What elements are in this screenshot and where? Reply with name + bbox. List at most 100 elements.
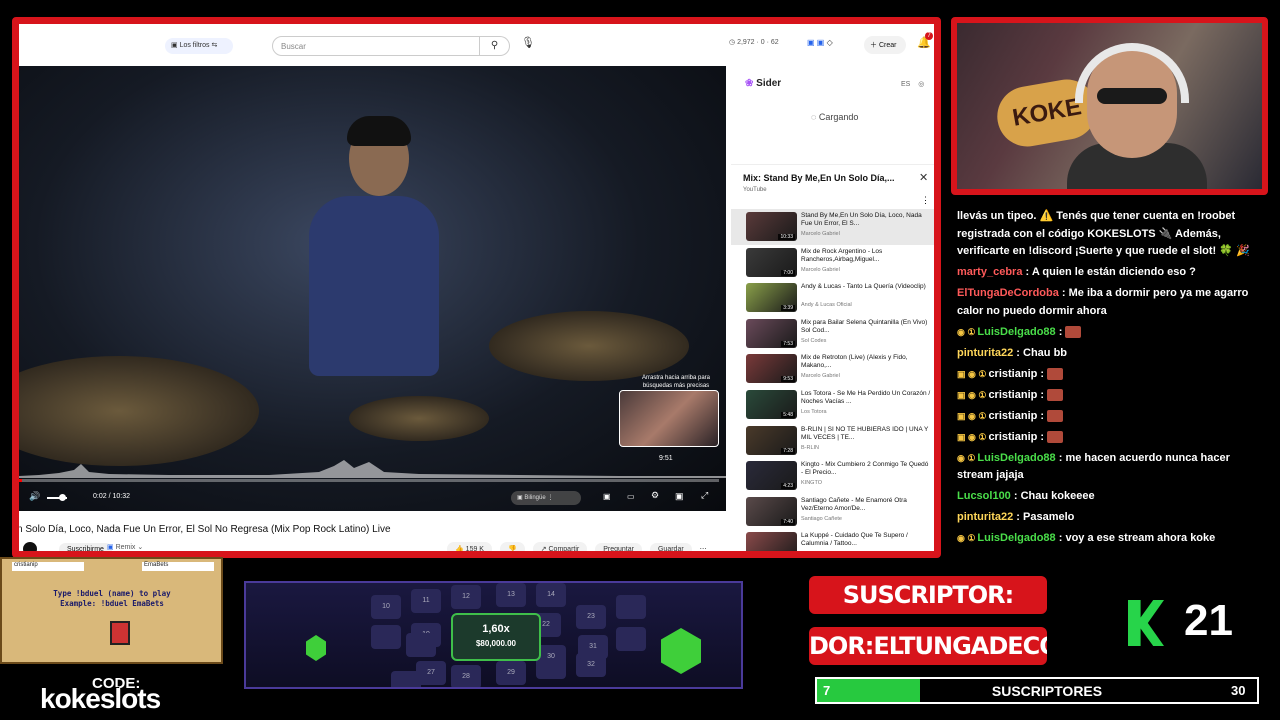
playlist-duration: 3:39 [781, 305, 795, 312]
board-tile: 11 [411, 589, 441, 613]
chat-username[interactable]: ElTungaDeCordoba [957, 287, 1059, 299]
board-tile: 12 [451, 585, 481, 609]
extension-icons[interactable]: ▣ ▣ ◇ [807, 38, 833, 47]
close-icon[interactable]: ✕ [919, 171, 928, 184]
more-actions-icon[interactable]: ⋯ [700, 546, 707, 551]
chat-username[interactable]: LuisDelgado88 [977, 452, 1055, 464]
game-board: 1932292827312330221413121110 1,60x $80,0… [244, 581, 743, 689]
brand-label: kokeslots [40, 683, 161, 714]
playlist-item[interactable]: 7:28 B-RLIN | SI NO TE HUBIERAS IDO | UNA… [731, 423, 934, 459]
playlist-item[interactable]: 10:33 Stand By Me,En Un Solo Día, Loco, N… [731, 209, 934, 245]
chat-username[interactable]: pinturita22 [957, 347, 1013, 359]
chat-username[interactable]: marty_cebra [957, 266, 1022, 278]
playlist-item[interactable]: 7:53 Mix para Bailar Selena Quintanilla (… [731, 316, 934, 352]
multiplier-prize: $80,000.00 [475, 639, 517, 648]
duel-game-panel: cristianip EmaBets Type !bduel (name) to… [0, 557, 223, 664]
chat-emote-icon [1047, 367, 1064, 380]
playlist-title: Los Totora - Se Me Ha Perdido Un Corazón… [801, 389, 931, 405]
chat-message: ▣ ◉ ① cristianip : [957, 366, 1257, 384]
sliders-icon: ⇆ [211, 42, 218, 49]
playlist-channel: Marcelo Gabriel [801, 373, 840, 380]
mix-more-icon[interactable]: ⋮ [921, 195, 930, 206]
volume-icon[interactable]: 🔊 [29, 491, 40, 502]
video-controls: 🔊 0:02 / 10:32 ▣ Bilingüe ⋮ ▣ ▭ ⚙ ▣ ⤢ [19, 488, 726, 510]
volume-knob[interactable] [59, 494, 66, 501]
remix-label: Remix [115, 544, 136, 551]
playlist-item[interactable]: La Kuppé - Cuidado Que Te Supero / Calum… [731, 529, 934, 551]
game-instructions: Type !bduel (name) to play Example: !bdu… [12, 589, 212, 609]
chat-username[interactable]: cristianip [988, 431, 1037, 443]
video-player[interactable]: Arrastra hacia arriba para búsquedas más… [19, 66, 726, 511]
multiplier-box: 1,60x $80,000.00 [451, 613, 541, 661]
chat-username[interactable]: cristianip [988, 389, 1037, 401]
cymbal-left [19, 356, 259, 466]
dislike-button[interactable]: 👎 [499, 542, 525, 553]
chat-username[interactable]: LuisDelgado88 [977, 326, 1055, 338]
notification-badge: 7 [925, 32, 933, 40]
chat-username[interactable]: pinturita22 [957, 511, 1013, 523]
like-button[interactable]: 👍 159 K [447, 542, 492, 553]
playlist-item[interactable]: 5:48 Los Totora - Se Me Ha Perdido Un Cor… [731, 387, 934, 423]
sider-lang-label: ES [901, 81, 911, 88]
playlist-item[interactable]: 7:00 Mix de Rock Argentino - Los Ranchero… [731, 245, 934, 281]
multiplier-value: 1,60x [482, 623, 510, 635]
ext-icon[interactable]: ▣ [603, 492, 611, 501]
playlist-thumbnail: 10:33 [746, 212, 797, 241]
remix-chip[interactable]: ▣ Remix ⌄ [107, 543, 143, 551]
chat-username[interactable]: cristianip [988, 410, 1037, 422]
bilingual-toggle[interactable]: ▣ Bilingüe ⋮ [511, 491, 581, 505]
game-example-line: Example: !bduel EmaBets [60, 599, 164, 608]
ask-button[interactable]: Preguntar [595, 543, 642, 551]
fullscreen-icon[interactable]: ⤢ [701, 490, 708, 501]
chat-username[interactable]: cristianip [988, 368, 1037, 380]
playlist-title: Mix para Bailar Selena Quintanilla (En V… [801, 318, 928, 334]
channel-avatar[interactable] [23, 542, 37, 551]
share-icon: ↗ [540, 546, 549, 553]
gem-right-icon [661, 628, 701, 674]
playlist-item[interactable]: 9:53 Mix de Retroton (Live) (Alexis y Fid… [731, 351, 934, 387]
webcam-feed: KOKE [951, 17, 1268, 195]
progress-track[interactable] [19, 479, 719, 482]
subscriber-banner-bottom: DOR:ELTUNGADECOI [809, 627, 1047, 665]
chat-message: ◉ ① LuisDelgado88 : voy a ese stream ahor… [957, 530, 1257, 548]
like-count: 159 K [465, 546, 484, 553]
bilingual-label: Bilingüe [524, 495, 546, 501]
create-button[interactable]: ＋ Crear [864, 36, 906, 54]
sider-settings-icon[interactable]: ◎ [918, 81, 924, 88]
filters-chip[interactable]: ▣ Los filtros ⇆ [165, 38, 233, 54]
search-input[interactable]: Buscar [272, 36, 480, 56]
playlist-item[interactable]: 3:39 Andy & Lucas - Tanto La Quería (Vide… [731, 280, 934, 316]
settings-icon[interactable]: ⚙ [651, 490, 659, 501]
share-button[interactable]: ↗ Compartir [532, 542, 588, 553]
playlist-item[interactable]: 4:23 Kingto - Mix Cumbiero 2 Conmigo Te Q… [731, 458, 934, 494]
playlist-channel: Andy & Lucas Oficial [801, 302, 852, 309]
game-instruction-line: Type !bduel (name) to play [53, 589, 171, 598]
mic-icon[interactable]: 🎙 [521, 36, 535, 49]
sider-logo: ❀ Sider [745, 78, 781, 89]
audio-waveform [19, 460, 726, 478]
chat-separator: : [1037, 388, 1048, 401]
chat-badges: ▣ ◉ ① [957, 368, 987, 379]
sider-language[interactable]: ES ◎ [901, 80, 924, 88]
gem-left-icon [306, 635, 326, 661]
playlist-duration: 4:23 [781, 483, 795, 490]
share-label: Compartir [548, 546, 580, 553]
playlist-channel: Santiago Cañete [801, 515, 842, 522]
thumbs-down-icon: 👎 [507, 546, 517, 553]
chat-username[interactable]: Lucsol100 [957, 490, 1011, 502]
playlist: 10:33 Stand By Me,En Un Solo Día, Loco, N… [731, 209, 934, 551]
subtitles-icon[interactable]: ▭ [627, 492, 635, 501]
chat-separator: : [1037, 430, 1048, 443]
search-button[interactable]: ⚲ [480, 36, 510, 56]
playlist-thumbnail: 4:23 [746, 461, 797, 491]
chat-username[interactable]: LuisDelgado88 [977, 532, 1055, 544]
save-button[interactable]: Guardar [649, 543, 692, 551]
subscribe-button[interactable]: Suscribirme [59, 543, 112, 551]
playlist-item[interactable]: 7:40 Santiago Cañete - Me Enamoré Otra Ve… [731, 494, 934, 530]
mix-title[interactable]: Mix: Stand By Me,En Un Solo Día,... [743, 173, 913, 183]
chat-badges: ◉ ① [957, 452, 976, 463]
chat-text: Chau bb [1023, 346, 1068, 359]
plus-icon: ＋ [870, 42, 879, 49]
mix-header: Mix: Stand By Me,En Un Solo Día,... YouT… [731, 164, 934, 208]
miniplayer-icon[interactable]: ▣ [675, 491, 684, 502]
